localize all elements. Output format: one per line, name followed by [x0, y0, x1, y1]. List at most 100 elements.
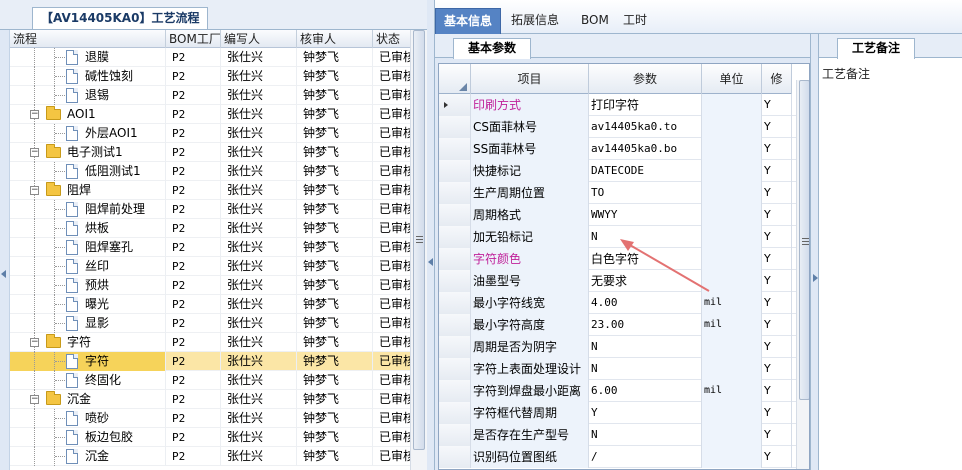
param-row[interactable]: 油墨型号 无要求 Y [439, 270, 809, 292]
col-header-modify[interactable]: 修 [762, 64, 792, 94]
param-modify-cell[interactable]: Y [762, 160, 792, 182]
param-modify-cell[interactable]: Y [762, 314, 792, 336]
tree-node[interactable]: 预烘 [10, 276, 166, 295]
row-indicator[interactable] [439, 138, 471, 160]
tree-row[interactable]: 曝光 P2 张仕兴 钟梦飞 已审核 [10, 295, 410, 314]
tree-node[interactable]: 沉金 [10, 447, 166, 466]
param-row[interactable]: 最小字符线宽 4.00 mil Y [439, 292, 809, 314]
param-value-cell[interactable]: DATECODE [589, 160, 702, 182]
tree-row[interactable]: − 字符 P2 张仕兴 钟梦飞 已审核 [10, 333, 410, 352]
top-tab[interactable]: BOM [573, 8, 617, 34]
tree-row[interactable]: 阻焊前处理 P2 张仕兴 钟梦飞 已审核 [10, 200, 410, 219]
row-indicator[interactable] [439, 204, 471, 226]
param-modify-cell[interactable]: Y [762, 182, 792, 204]
param-modify-cell[interactable]: Y [762, 402, 792, 424]
param-value-cell[interactable]: av14405ka0.to [589, 116, 702, 138]
tree-node[interactable]: − 字符 [10, 333, 166, 352]
tree-node[interactable]: − 沉金 [10, 390, 166, 409]
top-tab[interactable]: 拓展信息 [503, 8, 567, 34]
tree-row[interactable]: 低阻测试1 P2 张仕兴 钟梦飞 已审核 [10, 162, 410, 181]
row-indicator[interactable] [439, 336, 471, 358]
param-row[interactable]: 周期格式 WWYY Y [439, 204, 809, 226]
collapse-node-icon[interactable]: − [30, 186, 39, 195]
param-modify-cell[interactable]: Y [762, 226, 792, 248]
param-row[interactable]: 识别码位置图纸 / Y [439, 446, 809, 468]
tree-node[interactable]: − AOI1 [10, 105, 166, 124]
param-value-cell[interactable]: av14405ka0.bo [589, 138, 702, 160]
collapse-node-icon[interactable]: − [30, 395, 39, 404]
param-modify-cell[interactable]: Y [762, 336, 792, 358]
param-value-cell[interactable]: WWYY [589, 204, 702, 226]
collapse-left-icon[interactable] [1, 270, 6, 278]
row-indicator[interactable] [439, 248, 471, 270]
tree-row[interactable]: 丝印 P2 张仕兴 钟梦飞 已审核 [10, 257, 410, 276]
grid-corner[interactable] [439, 64, 471, 94]
collapse-node-icon[interactable]: − [30, 338, 39, 347]
tree-node[interactable]: 阻焊塞孔 [10, 238, 166, 257]
tree-node[interactable]: 低阻测试1 [10, 162, 166, 181]
param-row[interactable]: 周期是否为阴字 N Y [439, 336, 809, 358]
row-indicator[interactable] [439, 160, 471, 182]
param-value-cell[interactable]: N [589, 424, 702, 446]
param-modify-cell[interactable]: Y [762, 138, 792, 160]
collapse-node-icon[interactable]: − [30, 148, 39, 157]
param-modify-cell[interactable]: Y [762, 446, 792, 468]
row-indicator[interactable] [439, 270, 471, 292]
tree-row[interactable]: 预烘 P2 张仕兴 钟梦飞 已审核 [10, 276, 410, 295]
param-value-cell[interactable]: 4.00 [589, 292, 702, 314]
tree-row[interactable]: 沉金 P2 张仕兴 钟梦飞 已审核 [10, 447, 410, 466]
row-indicator[interactable] [439, 446, 471, 468]
param-row[interactable]: 字符上表面处理设计 N Y [439, 358, 809, 380]
tree-row[interactable]: 板边包胶 P2 张仕兴 钟梦飞 已审核 [10, 428, 410, 447]
param-modify-cell[interactable]: Y [762, 380, 792, 402]
tree-node[interactable]: 阻焊前处理 [10, 200, 166, 219]
param-modify-cell[interactable]: Y [762, 270, 792, 292]
col-header-status[interactable]: 状态 [373, 30, 410, 48]
tree-row[interactable]: 退膜 P2 张仕兴 钟梦飞 已审核 [10, 48, 410, 67]
param-row[interactable]: 生产周期位置 TO Y [439, 182, 809, 204]
tree-node[interactable]: 字符 [10, 352, 166, 371]
param-value-cell[interactable]: / [589, 446, 702, 468]
tree-row[interactable]: − 电子测试1 P2 张仕兴 钟梦飞 已审核 [10, 143, 410, 162]
row-indicator[interactable] [439, 94, 471, 116]
param-modify-cell[interactable]: Y [762, 292, 792, 314]
tree-node[interactable]: − 电子测试1 [10, 143, 166, 162]
top-tab[interactable]: 工时 [615, 8, 655, 34]
param-row[interactable]: 字符颜色 白色字符 Y [439, 248, 809, 270]
top-tab[interactable]: 基本信息 [435, 8, 502, 34]
row-indicator[interactable] [439, 226, 471, 248]
grid-scroll-thumb[interactable] [799, 80, 809, 400]
row-indicator[interactable] [439, 182, 471, 204]
param-row[interactable]: 是否存在生产型号 N Y [439, 424, 809, 446]
col-header-item[interactable]: 项目 [471, 64, 589, 94]
param-modify-cell[interactable]: Y [762, 358, 792, 380]
param-value-cell[interactable]: 打印字符 [589, 94, 702, 116]
tree-row[interactable]: 碱性蚀刻 P2 张仕兴 钟梦飞 已审核 [10, 67, 410, 86]
param-value-cell[interactable]: N [589, 226, 702, 248]
param-row[interactable]: 加无铅标记 N Y [439, 226, 809, 248]
tree-scroll-thumb[interactable] [413, 30, 425, 450]
param-row[interactable]: 字符到焊盘最小距离 6.00 mil Y [439, 380, 809, 402]
param-value-cell[interactable]: 无要求 [589, 270, 702, 292]
col-header-reviewer[interactable]: 核审人 [297, 30, 373, 48]
row-indicator[interactable] [439, 402, 471, 424]
param-value-cell[interactable]: N [589, 358, 702, 380]
main-splitter[interactable] [427, 0, 435, 470]
tree-row[interactable]: 阻焊塞孔 P2 张仕兴 钟梦飞 已审核 [10, 238, 410, 257]
col-header-flow[interactable]: 流程 [10, 30, 166, 48]
grid-vertical-scrollbar[interactable] [796, 80, 809, 469]
tree-row[interactable]: 外层AOI1 P2 张仕兴 钟梦飞 已审核 [10, 124, 410, 143]
collapse-node-icon[interactable]: − [30, 110, 39, 119]
param-value-cell[interactable]: 白色字符 [589, 248, 702, 270]
tree-node[interactable]: 终固化 [10, 371, 166, 390]
row-indicator[interactable] [439, 380, 471, 402]
row-indicator[interactable] [439, 116, 471, 138]
param-value-cell[interactable]: N [589, 336, 702, 358]
param-row[interactable]: 最小字符高度 23.00 mil Y [439, 314, 809, 336]
param-modify-cell[interactable]: Y [762, 424, 792, 446]
tree-node[interactable]: 喷砂 [10, 409, 166, 428]
tree-row[interactable]: 烘板 P2 张仕兴 钟梦飞 已审核 [10, 219, 410, 238]
col-header-writer[interactable]: 编写人 [221, 30, 297, 48]
tree-row[interactable]: 终固化 P2 张仕兴 钟梦飞 已审核 [10, 371, 410, 390]
row-indicator[interactable] [439, 358, 471, 380]
